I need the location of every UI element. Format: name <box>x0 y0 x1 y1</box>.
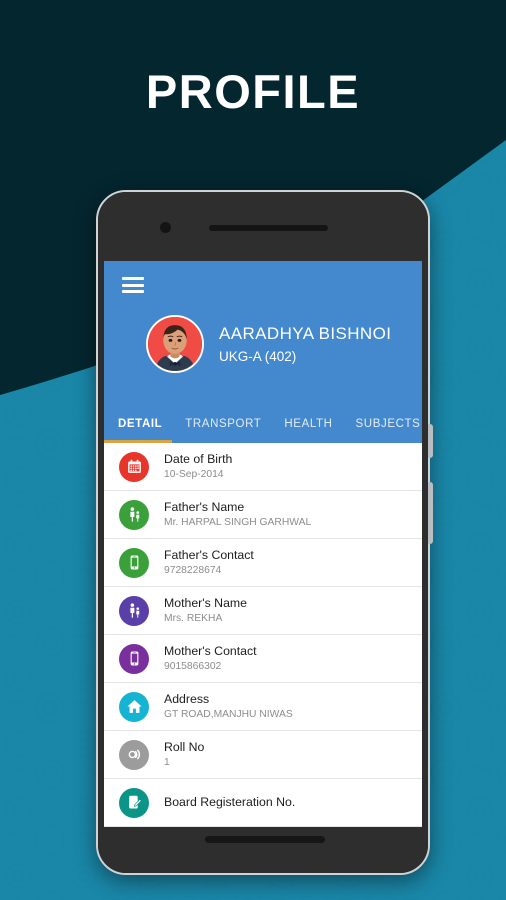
phone-volume-button[interactable] <box>428 482 433 544</box>
earpiece-speaker <box>209 225 328 231</box>
avatar[interactable] <box>146 315 204 373</box>
detail-row-label: Father's Contact <box>164 548 254 562</box>
detail-row[interactable]: Father's Contact 9728228674 <box>104 539 422 587</box>
calendar-icon <box>119 451 149 482</box>
student-profile-summary: AARADHYA BISHNOI UKG-A (402) <box>104 315 422 373</box>
detail-row[interactable]: Mother's Name Mrs. REKHA <box>104 587 422 635</box>
tab-transport[interactable]: TRANSPORT <box>185 418 261 430</box>
tab-bar: DETAIL TRANSPORT HEALTH SUBJECTS <box>104 405 422 443</box>
student-class: UKG-A (402) <box>219 348 297 364</box>
detail-row-label: Mother's Name <box>164 596 247 610</box>
student-name: AARADHYA BISHNOI <box>219 323 392 343</box>
phone-screen: AARADHYA BISHNOI UKG-A (402) DETAIL TRAN… <box>104 261 422 827</box>
detail-row-value: GT ROAD,MANJHU NIWAS <box>164 709 293 720</box>
detail-row-value: 10-Sep-2014 <box>164 469 224 480</box>
page-title: PROFILE <box>145 65 361 118</box>
detail-row-value: Mrs. REKHA <box>164 613 223 624</box>
detail-row[interactable]: Address GT ROAD,MANJHU NIWAS <box>104 683 422 731</box>
detail-row[interactable]: Mother's Contact 9015866302 <box>104 635 422 683</box>
tab-detail[interactable]: DETAIL <box>118 418 162 430</box>
detail-row[interactable]: Board Registeration No. <box>104 779 422 827</box>
detail-row-label: Father's Name <box>164 500 245 514</box>
promo-screenshot: PROFILE AARADHYA BISHNOI UKG-A (402) DET… <box>0 0 506 900</box>
tab-health[interactable]: HEALTH <box>284 418 332 430</box>
detail-row-label: Date of Birth <box>164 452 233 466</box>
detail-row-text: Father's Name Mr. HARPAL SINGH GARHWAL <box>164 500 311 529</box>
detail-row-value: Mr. HARPAL SINGH GARHWAL <box>164 517 312 528</box>
detail-row-text: Mother's Contact 9015866302 <box>164 644 257 673</box>
phone-icon <box>119 643 149 674</box>
detail-list: Date of Birth 10-Sep-2014 Father's Name Mr.… <box>104 443 422 827</box>
detail-row[interactable]: Date of Birth 10-Sep-2014 <box>104 443 422 491</box>
detail-row-label: Address <box>164 692 210 706</box>
app-header: AARADHYA BISHNOI UKG-A (402) DETAIL TRAN… <box>104 261 422 443</box>
active-tab-indicator <box>104 440 172 443</box>
detail-row-value: 9728228674 <box>164 565 222 576</box>
detail-row[interactable]: Roll No 1 <box>104 731 422 779</box>
front-camera-icon <box>160 222 171 233</box>
home-icon <box>119 691 149 722</box>
detail-row-text: Board Registeration No. <box>164 795 295 811</box>
phone-icon <box>119 547 149 578</box>
detail-row-text: Date of Birth 10-Sep-2014 <box>164 452 232 481</box>
detail-row-text: Roll No 1 <box>164 740 204 769</box>
detail-row-text: Mother's Name Mrs. REKHA <box>164 596 247 625</box>
hamburger-menu-icon[interactable] <box>122 277 144 293</box>
detail-row-text: Address GT ROAD,MANJHU NIWAS <box>164 692 293 721</box>
detail-row-value: 1 <box>164 757 170 768</box>
detail-row[interactable]: Father's Name Mr. HARPAL SINGH GARHWAL <box>104 491 422 539</box>
detail-row-value: 9015866302 <box>164 661 222 672</box>
detail-row-label: Mother's Contact <box>164 644 257 658</box>
home-indicator-bar[interactable] <box>205 836 325 843</box>
detail-row-label: Board Registeration No. <box>164 794 296 809</box>
roll-number-icon <box>119 739 149 770</box>
tab-subjects[interactable]: SUBJECTS <box>356 418 421 430</box>
parent-child-icon <box>119 595 149 626</box>
phone-mockup: AARADHYA BISHNOI UKG-A (402) DETAIL TRAN… <box>96 190 433 875</box>
detail-row-text: Father's Contact 9728228674 <box>164 548 254 577</box>
phone-power-button[interactable] <box>428 424 433 458</box>
detail-row-label: Roll No <box>164 740 205 754</box>
parent-child-icon <box>119 499 149 530</box>
edit-document-icon <box>119 787 149 818</box>
